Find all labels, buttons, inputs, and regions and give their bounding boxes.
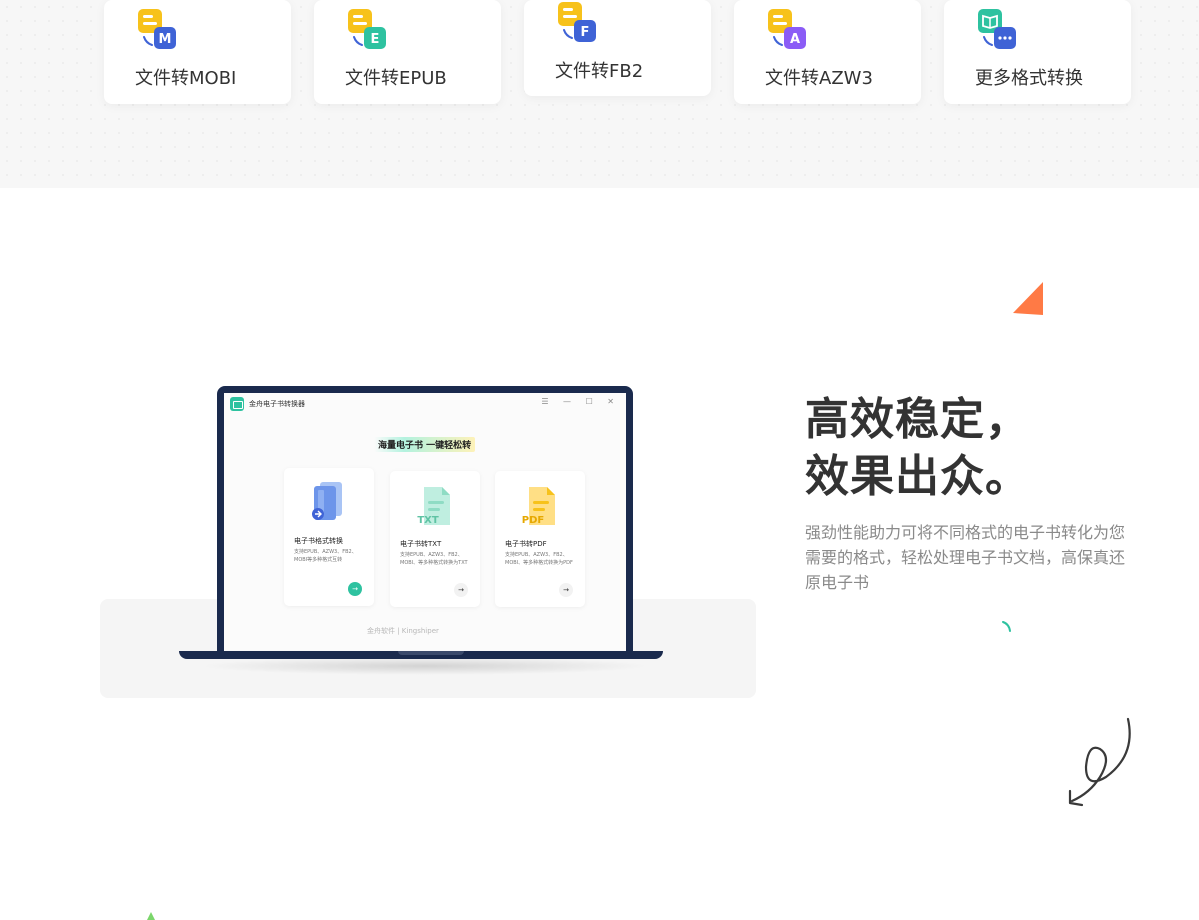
format-card-label: 更多格式转换 xyxy=(975,68,1083,89)
app-card-desc: 支持EPUB、AZW3、FB2、MOBI、等多种格式转换为PDF xyxy=(505,552,573,566)
format-card-label: 文件转EPUB xyxy=(345,68,447,89)
app-card-title: 电子书转PDF xyxy=(505,540,547,548)
txt-file-icon: TXT xyxy=(417,487,450,526)
feature-description: 强劲性能助力可将不同格式的电子书转化为您需要的格式，轻松处理电子书文档，高保真还… xyxy=(805,523,1126,592)
svg-text:F: F xyxy=(581,25,590,40)
arrow-right-icon[interactable]: → xyxy=(559,583,573,597)
app-card-desc: 支持EPUB、AZW3、FB2、MOBI、等多种格式转换为TXT xyxy=(400,552,468,566)
app-card-title: 电子书格式转换 xyxy=(294,537,343,545)
green-leaf-icon xyxy=(147,912,155,920)
feature-headline-line1: 高效稳定， xyxy=(805,394,1030,445)
app-window-title: 金舟电子书转换器 xyxy=(249,400,305,408)
curly-arrow-icon xyxy=(1068,717,1131,807)
app-card-to-pdf[interactable]: PDF 电子书转PDF 支持EPUB、AZW3、FB2、MOBI、等多种格式转换… xyxy=(495,471,585,607)
laptop-shadow xyxy=(200,657,650,675)
mobi-file-icon: M xyxy=(138,9,176,49)
fb2-file-icon: F xyxy=(558,2,596,42)
svg-text:PDF: PDF xyxy=(522,515,544,526)
app-headline: 海量电子书 一键轻松转 xyxy=(374,437,476,452)
epub-file-icon: E xyxy=(348,9,386,49)
teal-arc-icon xyxy=(1002,621,1011,632)
window-controls[interactable]: ☰ — ☐ ✕ xyxy=(541,397,620,406)
svg-text:A: A xyxy=(790,32,800,47)
svg-text:E: E xyxy=(371,32,380,47)
app-card-title: 电子书转TXT xyxy=(400,540,442,548)
format-card-azw3[interactable]: A 文件转AZW3 xyxy=(734,0,921,104)
app-footer-brand: 金舟软件 | Kingshiper xyxy=(367,627,439,635)
svg-text:M: M xyxy=(159,32,172,47)
app-logo-icon xyxy=(230,397,244,411)
laptop-mockup: 金舟电子书转换器 ☰ — ☐ ✕ 海量电子书 一键轻松转 电子书格式转换 支持E… xyxy=(217,386,633,656)
format-card-label: 文件转AZW3 xyxy=(765,68,873,89)
azw3-file-icon: A xyxy=(768,9,806,49)
format-card-mobi[interactable]: M 文件转MOBI xyxy=(104,0,291,104)
app-card-to-txt[interactable]: TXT 电子书转TXT 支持EPUB、AZW3、FB2、MOBI、等多种格式转换… xyxy=(390,471,480,607)
ebook-convert-icon xyxy=(312,482,342,520)
laptop-notch xyxy=(398,651,464,655)
svg-text:TXT: TXT xyxy=(417,515,439,526)
format-card-epub[interactable]: E 文件转EPUB xyxy=(314,0,501,104)
format-card-more[interactable]: 更多格式转换 xyxy=(944,0,1131,104)
format-card-label: 文件转FB2 xyxy=(555,61,644,82)
feature-headline-line2: 效果出众。 xyxy=(805,451,1030,502)
orange-triangle-icon xyxy=(1013,282,1043,315)
pdf-file-icon: PDF xyxy=(522,487,555,526)
app-window: 金舟电子书转换器 ☰ — ☐ ✕ 海量电子书 一键轻松转 电子书格式转换 支持E… xyxy=(224,393,626,655)
arrow-right-icon[interactable]: → xyxy=(348,582,362,596)
format-card-fb2[interactable]: F 文件转FB2 xyxy=(524,0,711,96)
app-card-format-convert[interactable]: 电子书格式转换 支持EPUB、AZW3、FB2、MOBI等多种格式互转 → xyxy=(284,468,374,606)
more-formats-icon xyxy=(978,9,1016,49)
arrow-right-icon[interactable]: → xyxy=(454,583,468,597)
app-card-desc: 支持EPUB、AZW3、FB2、MOBI等多种格式互转 xyxy=(294,549,357,563)
format-card-label: 文件转MOBI xyxy=(135,68,237,89)
